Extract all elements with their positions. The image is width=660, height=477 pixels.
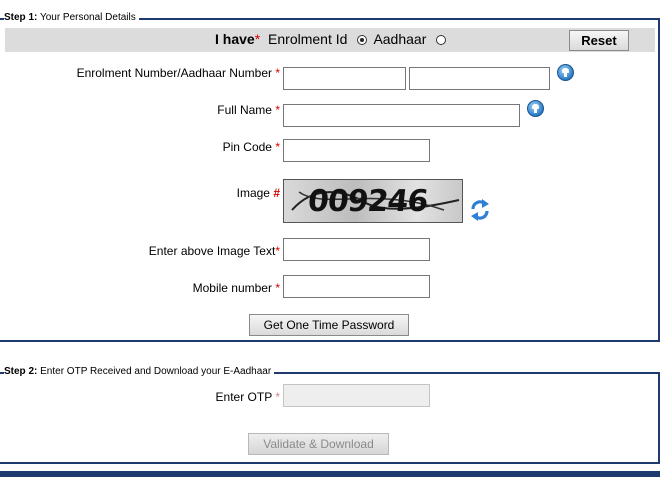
pincode-required-marker: * (275, 140, 280, 154)
enrolment-radio[interactable] (357, 35, 368, 45)
fullname-required-marker: * (275, 103, 280, 117)
otp-input[interactable] (283, 384, 430, 407)
mobile-required-marker: * (275, 281, 280, 295)
otp-label: Enter OTP (215, 390, 272, 404)
have-required-marker: * (254, 31, 261, 47)
otp-required-marker: * (275, 390, 280, 404)
fullname-input[interactable] (283, 104, 520, 127)
get-otp-button[interactable]: Get One Time Password (249, 314, 409, 336)
captcha-image: 009246 (283, 179, 463, 223)
help-info-icon[interactable] (557, 64, 574, 81)
aadhaar-radio[interactable] (436, 35, 447, 45)
mobile-label: Mobile number (192, 281, 272, 295)
fullname-label: Full Name (217, 103, 272, 117)
otp-label-row: Enter OTP * (216, 390, 280, 404)
option-enrolment-label: Enrolment Id (268, 31, 348, 47)
enrolment-required-marker: * (275, 66, 280, 80)
captcha-text: 009246 (306, 184, 430, 219)
step2-legend: Step 2: Enter OTP Received and Download … (4, 366, 275, 377)
pincode-label-row: Pin Code * (223, 140, 280, 154)
id-type-bar: I have* Enrolment Id Aadhaar (5, 28, 655, 52)
reset-button[interactable]: Reset (569, 30, 629, 51)
pincode-input[interactable] (283, 139, 430, 162)
image-label: Image (236, 186, 270, 200)
enrolment-number-input-2[interactable] (409, 67, 550, 90)
step2-legend-step: Step 2: (4, 366, 38, 377)
option-aadhaar-label: Aadhaar (373, 31, 427, 47)
step1-legend-step: Step 1: (4, 12, 38, 23)
step1-legend: Step 1: Your Personal Details (4, 12, 139, 23)
step2-legend-text: Enter OTP Received and Download your E-A… (37, 366, 272, 377)
step1-legend-text: Your Personal Details (37, 12, 136, 23)
id-type-selector: I have* Enrolment Id Aadhaar (215, 31, 449, 47)
image-marker: # (273, 186, 280, 200)
help-info-icon[interactable] (527, 100, 544, 117)
image-text-label-row: Enter above Image Text* (149, 244, 280, 258)
enrolment-number-input-1[interactable] (283, 67, 406, 90)
mobile-label-row: Mobile number * (193, 281, 280, 295)
image-text-label: Enter above Image Text (148, 244, 276, 258)
enrolment-label-row: Enrolment Number/Aadhaar Number * (77, 66, 280, 80)
mobile-number-input[interactable] (283, 275, 430, 298)
have-label: I have (215, 31, 255, 47)
validate-download-button[interactable]: Validate & Download (248, 433, 389, 455)
fullname-label-row: Full Name * (217, 103, 280, 117)
refresh-captcha-icon[interactable] (469, 197, 491, 223)
image-text-required-marker: * (275, 244, 280, 258)
image-label-row: Image # (237, 186, 280, 200)
enrolment-label: Enrolment Number/Aadhaar Number (76, 66, 272, 80)
pincode-label: Pin Code (222, 140, 272, 154)
image-text-input[interactable] (283, 238, 430, 261)
footer-bar (0, 471, 660, 477)
